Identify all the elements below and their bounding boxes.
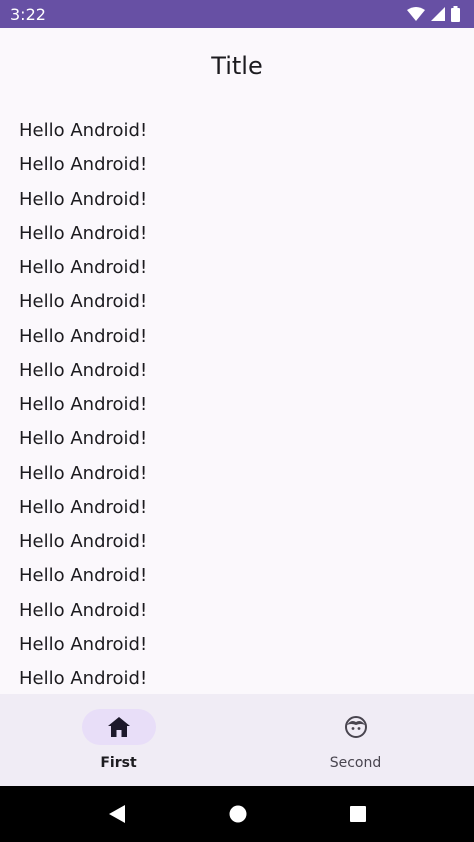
nav-label-first: First <box>100 755 137 771</box>
recents-icon[interactable] <box>350 806 367 822</box>
status-time: 3:22 <box>10 4 46 24</box>
top-app-bar: Title <box>0 28 474 104</box>
list-item: Hello Android! <box>19 188 148 210</box>
wifi-icon <box>407 7 425 21</box>
list-item: Hello Android! <box>19 428 148 450</box>
list-item: Hello Android! <box>19 325 148 347</box>
list-item: Hello Android! <box>19 496 148 518</box>
nav-item-second[interactable]: Second <box>237 694 474 786</box>
list-item: Hello Android! <box>19 120 148 141</box>
nav-item-first[interactable]: First <box>0 694 237 786</box>
list-item: Hello Android! <box>19 257 148 278</box>
list-item: Hello Android! <box>19 668 148 689</box>
list-item: Hello Android! <box>19 154 148 176</box>
system-navigation-bar <box>0 786 474 842</box>
list-item: Hello Android! <box>19 462 148 484</box>
list-item: Hello Android! <box>19 291 148 313</box>
list-item: Hello Android! <box>19 359 148 381</box>
list-item: Hello Android! <box>19 633 148 655</box>
list-item: Hello Android! <box>19 531 148 552</box>
list-item: Hello Android! <box>19 565 148 587</box>
list-item: Hello Android! <box>19 599 148 621</box>
nav-label-second: Second <box>329 755 382 771</box>
battery-icon <box>451 6 460 22</box>
home-circle-icon[interactable] <box>229 805 247 823</box>
list-item: Hello Android! <box>19 222 148 244</box>
bottom-navigation-bar: First Second <box>0 694 474 786</box>
page-title: Title <box>211 52 263 80</box>
status-icons <box>407 6 460 22</box>
list-item: Hello Android! <box>19 394 148 415</box>
nav-active-indicator <box>81 709 156 745</box>
back-icon[interactable] <box>108 804 126 824</box>
home-icon <box>107 717 130 737</box>
content-list[interactable]: Hello Android! Hello Android! Hello Androi… <box>19 114 459 694</box>
status-bar: 3:22 <box>0 0 474 28</box>
face-icon <box>344 716 367 738</box>
cellular-icon <box>431 7 445 21</box>
nav-indicator <box>319 709 393 745</box>
